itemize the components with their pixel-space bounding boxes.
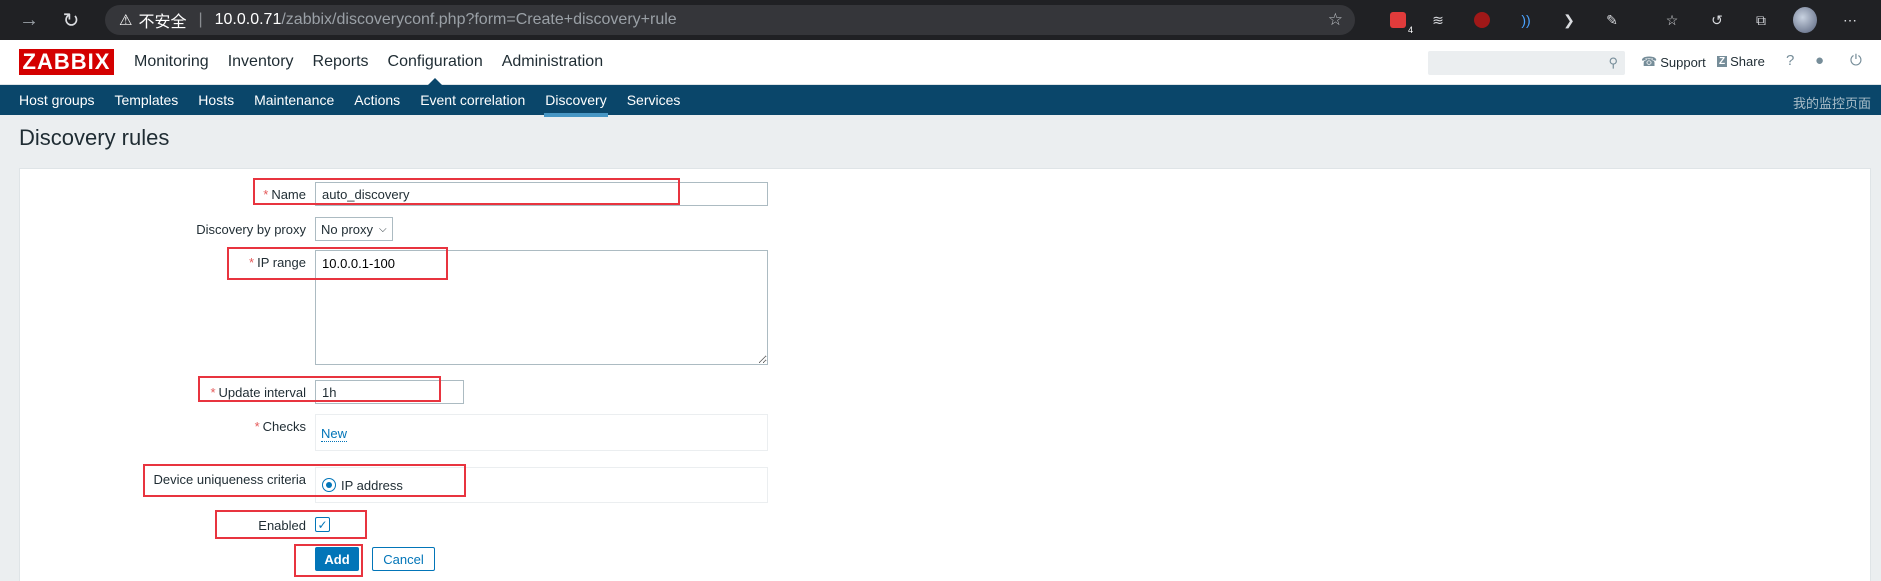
- zabbix-logo[interactable]: ZABBIX: [19, 49, 114, 75]
- url-path: /zabbix/discoveryconf.php?form=Create+di…: [281, 11, 677, 28]
- main-menu: Monitoring Inventory Reports Configurati…: [134, 53, 622, 85]
- search-icon[interactable]: ⚲: [1608, 55, 1618, 71]
- name-field[interactable]: [315, 182, 768, 206]
- enabled-checkbox[interactable]: ✓: [315, 517, 330, 532]
- url-host: 10.0.0.71: [214, 11, 282, 28]
- enabled-label: Enabled: [258, 518, 306, 533]
- ublock-icon[interactable]: [1470, 8, 1494, 32]
- proxy-label: Discovery by proxy: [196, 222, 306, 237]
- sub-navigation: Host groups Templates Hosts Maintenance …: [0, 85, 1881, 117]
- menu-inventory[interactable]: Inventory: [228, 53, 294, 71]
- browser-toolbar: → ↻ ⚠ 不安全 | 10.0.0.71 /zabbix/discoveryc…: [0, 0, 1881, 40]
- checks-new-link[interactable]: New: [321, 426, 348, 442]
- tab-discovery[interactable]: Discovery: [544, 92, 609, 117]
- forward-icon[interactable]: →: [14, 5, 44, 35]
- tab-actions[interactable]: Actions: [354, 92, 400, 108]
- checks-label: * Checks: [254, 419, 306, 434]
- tab-services[interactable]: Services: [627, 92, 681, 108]
- page-title: Discovery rules: [19, 125, 170, 150]
- tab-hosts[interactable]: Hosts: [198, 92, 234, 108]
- uniqueness-label: Device uniqueness criteria: [153, 472, 306, 487]
- tab-templates[interactable]: Templates: [114, 92, 178, 108]
- more-menu-icon[interactable]: ⋯: [1838, 8, 1862, 32]
- menu-configuration[interactable]: Configuration: [388, 53, 483, 85]
- favorites-icon[interactable]: ☆: [1660, 8, 1684, 32]
- insecure-label: 不安全: [138, 14, 187, 31]
- profile-avatar[interactable]: [1793, 7, 1817, 33]
- share-label: Share: [1730, 54, 1765, 69]
- extension-arrow-icon[interactable]: ❯: [1557, 8, 1581, 32]
- history-icon[interactable]: ↺: [1705, 8, 1729, 32]
- server-name: 我的监控页面: [1792, 96, 1871, 111]
- zabbix-header: ZABBIX Monitoring Inventory Reports Conf…: [0, 40, 1881, 85]
- ip-range-label: * IP range: [249, 255, 306, 270]
- headset-icon: ☎: [1641, 54, 1658, 69]
- url-separator: |: [198, 11, 203, 28]
- extension-red-icon[interactable]: 4: [1386, 8, 1413, 35]
- add-button[interactable]: Add: [315, 547, 359, 571]
- tab-event-correlation[interactable]: Event correlation: [420, 92, 525, 108]
- proxy-select[interactable]: No proxy ⌵: [315, 217, 393, 241]
- support-label: Support: [1660, 54, 1706, 70]
- user-profile-icon[interactable]: ●: [1815, 52, 1824, 69]
- chevron-down-icon: ⌵: [379, 223, 387, 235]
- ip-address-label[interactable]: IP address: [341, 478, 403, 493]
- sign-out-icon[interactable]: ⏻: [1850, 52, 1862, 69]
- share-icon: Z: [1717, 56, 1728, 67]
- support-link[interactable]: ☎ Support: [1641, 54, 1706, 70]
- ip-address-radio[interactable]: [322, 478, 336, 492]
- update-interval-label: * Update interval: [210, 385, 306, 400]
- address-bar[interactable]: ⚠ 不安全 | 10.0.0.71 /zabbix/discoveryconf.…: [105, 5, 1355, 35]
- menu-monitoring[interactable]: Monitoring: [134, 53, 209, 71]
- extension-puzzle-icon[interactable]: ✎: [1600, 8, 1624, 32]
- menu-reports[interactable]: Reports: [313, 53, 369, 71]
- help-icon[interactable]: ?: [1786, 52, 1794, 69]
- tab-host-groups[interactable]: Host groups: [19, 92, 94, 108]
- extension-chart-icon[interactable]: ≋: [1426, 8, 1450, 32]
- menu-administration[interactable]: Administration: [502, 53, 603, 71]
- warning-icon: ⚠: [119, 12, 133, 29]
- share-link[interactable]: Z Share: [1717, 54, 1765, 69]
- collections-icon[interactable]: ⧉: [1749, 8, 1773, 32]
- name-label: * Name: [263, 187, 306, 202]
- search-input[interactable]: ⚲: [1428, 51, 1625, 75]
- reload-icon[interactable]: ↻: [56, 5, 86, 35]
- cancel-button[interactable]: Cancel: [372, 547, 435, 571]
- tab-maintenance[interactable]: Maintenance: [254, 92, 334, 108]
- ip-range-field[interactable]: 10.0.0.1-100: [315, 250, 768, 365]
- checks-box: [315, 414, 768, 451]
- update-interval-field[interactable]: [315, 380, 464, 404]
- extension-signal-icon[interactable]: )): [1514, 8, 1538, 32]
- favorite-add-icon[interactable]: ☆: [1328, 10, 1343, 30]
